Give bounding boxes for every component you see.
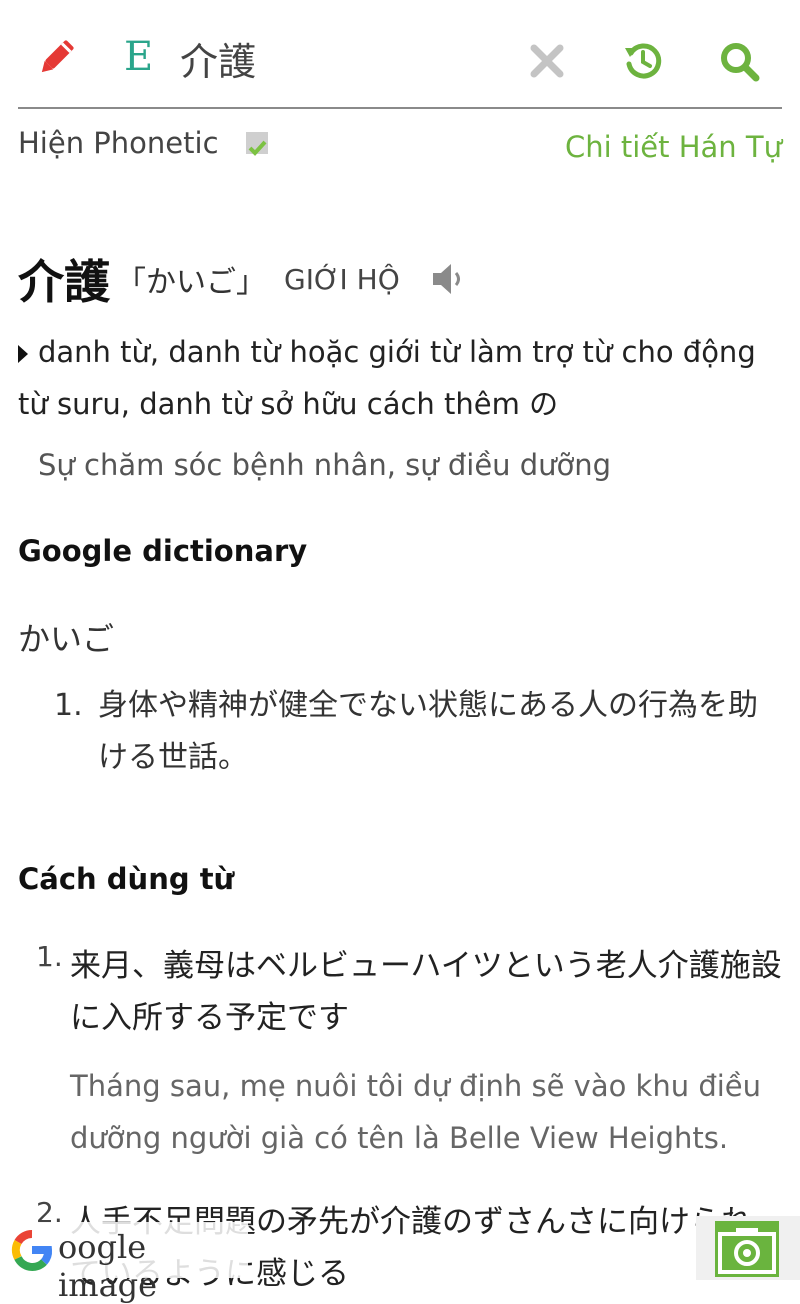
google-logo-icon bbox=[11, 1229, 53, 1271]
google-dictionary-title: Google dictionary bbox=[18, 534, 308, 568]
definition-text: 身体や精神が健全でない状態にある人の行為を助ける世話。 bbox=[98, 688, 758, 775]
show-phonetic-label: Hiện Phonetic bbox=[18, 126, 219, 160]
bullet-icon bbox=[18, 345, 28, 363]
part-of-speech: danh từ, danh từ hoặc giới từ làm trợ từ… bbox=[18, 326, 788, 430]
part-of-speech-text: danh từ, danh từ hoặc giới từ làm trợ từ… bbox=[18, 335, 756, 421]
history-icon[interactable] bbox=[622, 40, 664, 82]
entry-word: 介護 bbox=[18, 255, 110, 309]
pencil-icon[interactable] bbox=[34, 36, 78, 80]
search-bar: E bbox=[18, 18, 782, 109]
entry-han-viet: GIỚI HỘ bbox=[284, 262, 400, 296]
camera-button[interactable] bbox=[696, 1216, 800, 1280]
entry-reading: 「かいご」 bbox=[116, 265, 266, 300]
phonetic-checkbox[interactable] bbox=[245, 132, 268, 156]
search-icon[interactable] bbox=[718, 40, 760, 82]
entry-meaning: Sự chăm sóc bệnh nhân, sự điều dưỡng bbox=[38, 448, 612, 482]
check-icon bbox=[248, 140, 267, 156]
example-japanese: 来月、義母はベルビューハイツという老人介護施設に入所する予定です bbox=[70, 948, 782, 1036]
entry-headword: 介護 「かいご」 GIỚI HỘ bbox=[18, 246, 465, 309]
google-image-button[interactable]: oogle image bbox=[8, 1222, 248, 1304]
usage-title: Cách dùng từ bbox=[18, 862, 235, 896]
example-vietnamese: Tháng sau, mẹ nuôi tôi dự định sẽ vào kh… bbox=[70, 1069, 762, 1155]
kanji-detail-link[interactable]: Chi tiết Hán Tự bbox=[565, 130, 782, 164]
close-icon[interactable] bbox=[526, 40, 568, 82]
google-dictionary-reading: かいご bbox=[18, 620, 115, 658]
show-phonetic-toggle[interactable]: Hiện Phonetic bbox=[18, 124, 268, 160]
definition-number: 1. bbox=[54, 688, 83, 723]
language-toggle[interactable]: E bbox=[124, 34, 153, 80]
camera-icon bbox=[715, 1221, 779, 1277]
example-number: 1. bbox=[36, 940, 63, 973]
google-image-label: oogle image bbox=[58, 1228, 158, 1304]
speaker-icon[interactable] bbox=[431, 261, 465, 297]
search-input[interactable] bbox=[180, 32, 510, 84]
